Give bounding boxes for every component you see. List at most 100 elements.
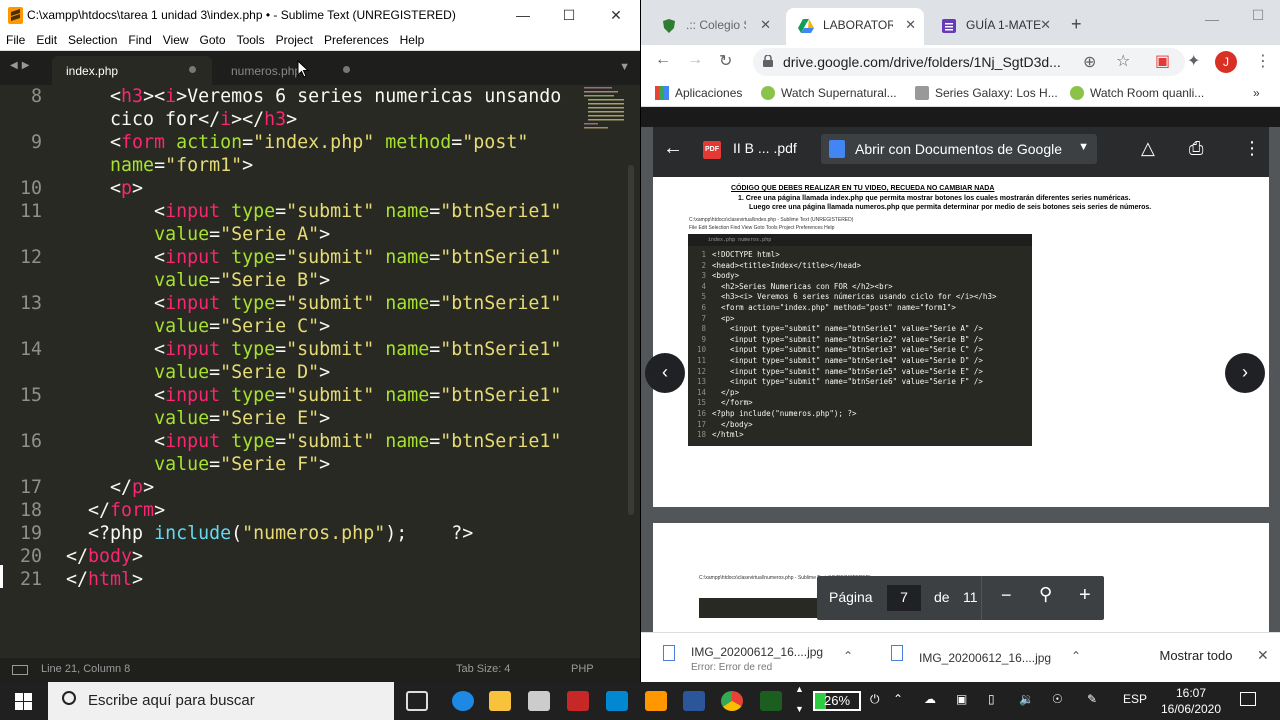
code-line[interactable]: value="Serie E"> xyxy=(0,407,580,430)
editor-scrollbar[interactable] xyxy=(628,165,634,515)
bookmark-watch-room[interactable]: Watch Room quanli... xyxy=(1070,86,1204,100)
menu-preferences[interactable]: Preferences xyxy=(318,31,394,47)
close-tab-icon[interactable]: ✕ xyxy=(760,17,771,33)
address-bar[interactable]: drive.google.com/drive/folders/1Nj_SgtD3… xyxy=(753,48,1185,76)
close-downloads-icon[interactable]: ✕ xyxy=(1257,647,1269,664)
screen-icon[interactable]: ▣ xyxy=(956,692,967,706)
next-page-button[interactable]: › xyxy=(1225,353,1265,393)
chrome-icon[interactable] xyxy=(721,691,743,711)
mcafee-icon[interactable] xyxy=(567,691,589,711)
file-explorer-icon[interactable] xyxy=(489,691,511,711)
menu-help[interactable]: Help xyxy=(394,31,430,47)
print-icon[interactable]: ⎙ xyxy=(1189,138,1203,159)
bookmark-supernatural[interactable]: Watch Supernatural... xyxy=(761,86,897,100)
network-globe-icon[interactable]: ☉ xyxy=(1052,692,1063,706)
bookmark-apps[interactable]: Aplicaciones xyxy=(655,86,742,100)
code-line[interactable]: 20 </body> xyxy=(0,545,580,568)
pen-icon[interactable]: ✎ xyxy=(1087,692,1097,706)
unsaved-dot-icon[interactable] xyxy=(189,66,196,73)
zoom-icon[interactable]: ⚲ xyxy=(1039,584,1052,605)
code-line[interactable]: 10 <p> xyxy=(0,177,580,200)
edge-icon[interactable] xyxy=(452,691,474,711)
menu-goto[interactable]: Goto xyxy=(194,31,231,47)
mail-icon[interactable] xyxy=(606,691,628,711)
volume-icon[interactable]: 🔉 xyxy=(1019,692,1034,706)
add-shortcut-icon[interactable]: ⊕ xyxy=(1083,52,1096,72)
close-tab-icon[interactable]: ✕ xyxy=(1040,17,1051,33)
code-line[interactable]: 14 <input type="submit" name="btnSerie1" xyxy=(0,338,580,361)
add-to-drive-icon[interactable]: △ xyxy=(1141,138,1155,159)
tab-size-setting[interactable]: Tab Size: 4 xyxy=(456,663,510,675)
store-icon[interactable] xyxy=(528,691,550,711)
menu-view[interactable]: View xyxy=(157,31,194,47)
reload-icon[interactable]: ↻ xyxy=(719,51,732,71)
prev-page-button[interactable]: ‹ xyxy=(645,353,685,393)
app-icon[interactable] xyxy=(760,691,782,711)
show-all-downloads-button[interactable]: Mostrar todo xyxy=(1141,642,1251,672)
code-line[interactable]: 21 </html> xyxy=(0,568,580,591)
sublime-taskbar-icon[interactable] xyxy=(645,691,667,711)
code-line[interactable]: 13 <input type="submit" name="btnSerie1" xyxy=(0,292,580,315)
browser-tab-laboratorio[interactable]: LABORATORI ✕ xyxy=(786,8,924,45)
scroll-down-icon[interactable]: ▼ xyxy=(795,704,804,714)
code-line[interactable]: name="form1"> xyxy=(0,154,580,177)
code-line[interactable]: 18 </form> xyxy=(0,499,580,522)
maximize-button[interactable]: ☐ xyxy=(546,4,592,26)
zoom-out-icon[interactable]: − xyxy=(1001,585,1012,606)
windows-start-icon[interactable] xyxy=(15,693,32,710)
language-indicator[interactable]: ESP xyxy=(1123,692,1147,706)
back-arrow-icon[interactable]: ← xyxy=(663,137,683,160)
menu-tools[interactable]: Tools xyxy=(231,31,270,47)
puzzle-extensions-icon[interactable]: ✦ xyxy=(1187,51,1200,71)
browser-tab-guia[interactable]: GUÍA 1-MATE ✕ xyxy=(929,8,1059,45)
menu-dots-icon[interactable]: ⋮ xyxy=(1255,51,1271,71)
clock[interactable]: 16:07 16/06/2020 xyxy=(1156,685,1226,717)
unsaved-dot-icon[interactable] xyxy=(343,66,350,73)
menu-selection[interactable]: Selection xyxy=(62,31,122,47)
close-tab-icon[interactable]: ✕ xyxy=(905,17,916,33)
task-view-icon[interactable] xyxy=(406,691,428,711)
page-number-input[interactable]: 7 xyxy=(887,585,921,611)
more-options-icon[interactable]: ⋮ xyxy=(1243,138,1261,159)
profile-avatar[interactable]: J xyxy=(1215,51,1237,73)
new-tab-icon[interactable]: + xyxy=(1071,14,1082,35)
code-line[interactable]: value="Serie B"> xyxy=(0,269,580,292)
console-panel-icon[interactable] xyxy=(12,665,28,675)
tray-chevron-icon[interactable]: ⌃ xyxy=(893,692,903,706)
tab-numeros-php[interactable]: numeros.php xyxy=(216,56,366,85)
bookmark-star-icon[interactable]: ☆ xyxy=(1116,51,1130,71)
code-line[interactable]: 19 <?php include("numeros.php"); ?> xyxy=(0,522,580,545)
code-line[interactable]: 8 <h3><i>Veremos 6 series numericas unsa… xyxy=(0,85,580,108)
notifications-icon[interactable] xyxy=(1240,692,1256,706)
minimize-button[interactable]: — xyxy=(1189,8,1235,30)
forward-arrow-icon[interactable]: → xyxy=(687,51,703,69)
chevron-up-icon[interactable]: ⌃ xyxy=(1071,649,1081,663)
cloud-icon[interactable]: ☁ xyxy=(924,692,936,706)
bookmarks-overflow-icon[interactable]: » xyxy=(1253,86,1260,100)
battery-indicator[interactable]: 26% xyxy=(813,691,861,711)
back-arrow-icon[interactable]: ← xyxy=(655,51,671,69)
code-line[interactable]: 17 </p> xyxy=(0,476,580,499)
zoom-in-icon[interactable]: + xyxy=(1079,584,1091,607)
menu-find[interactable]: Find xyxy=(122,31,156,47)
plug-icon[interactable]: ⏻ xyxy=(870,692,880,707)
syntax-setting[interactable]: PHP xyxy=(571,663,594,675)
chevron-down-icon[interactable]: ▼ xyxy=(1078,141,1089,153)
code-line[interactable]: 9 <form action="index.php" method="post" xyxy=(0,131,580,154)
minimap[interactable] xyxy=(580,85,628,145)
taskbar-search[interactable]: Escribe aquí para buscar xyxy=(48,682,394,720)
code-line[interactable]: value="Serie C"> xyxy=(0,315,580,338)
open-with-button[interactable]: Abrir con Documentos de Google ▼ xyxy=(821,134,1097,164)
code-line[interactable]: 16 <input type="submit" name="btnSerie1" xyxy=(0,430,580,453)
browser-tab-colegio[interactable]: .:: Colegio Sa ✕ xyxy=(649,8,779,45)
close-button[interactable]: ✕ xyxy=(593,4,639,26)
code-line[interactable]: value="Serie A"> xyxy=(0,223,580,246)
minimize-button[interactable]: — xyxy=(500,4,546,26)
code-line[interactable]: 12 <input type="submit" name="btnSerie1" xyxy=(0,246,580,269)
tab-index-php[interactable]: index.php xyxy=(52,56,212,85)
code-line[interactable]: value="Serie D"> xyxy=(0,361,580,384)
code-line[interactable]: value="Serie F"> xyxy=(0,453,580,476)
scroll-up-icon[interactable]: ▲ xyxy=(795,684,804,694)
extension-icon[interactable]: ▣ xyxy=(1155,51,1170,71)
tab-nav-arrows-icon[interactable]: ◀▶ xyxy=(10,60,33,71)
